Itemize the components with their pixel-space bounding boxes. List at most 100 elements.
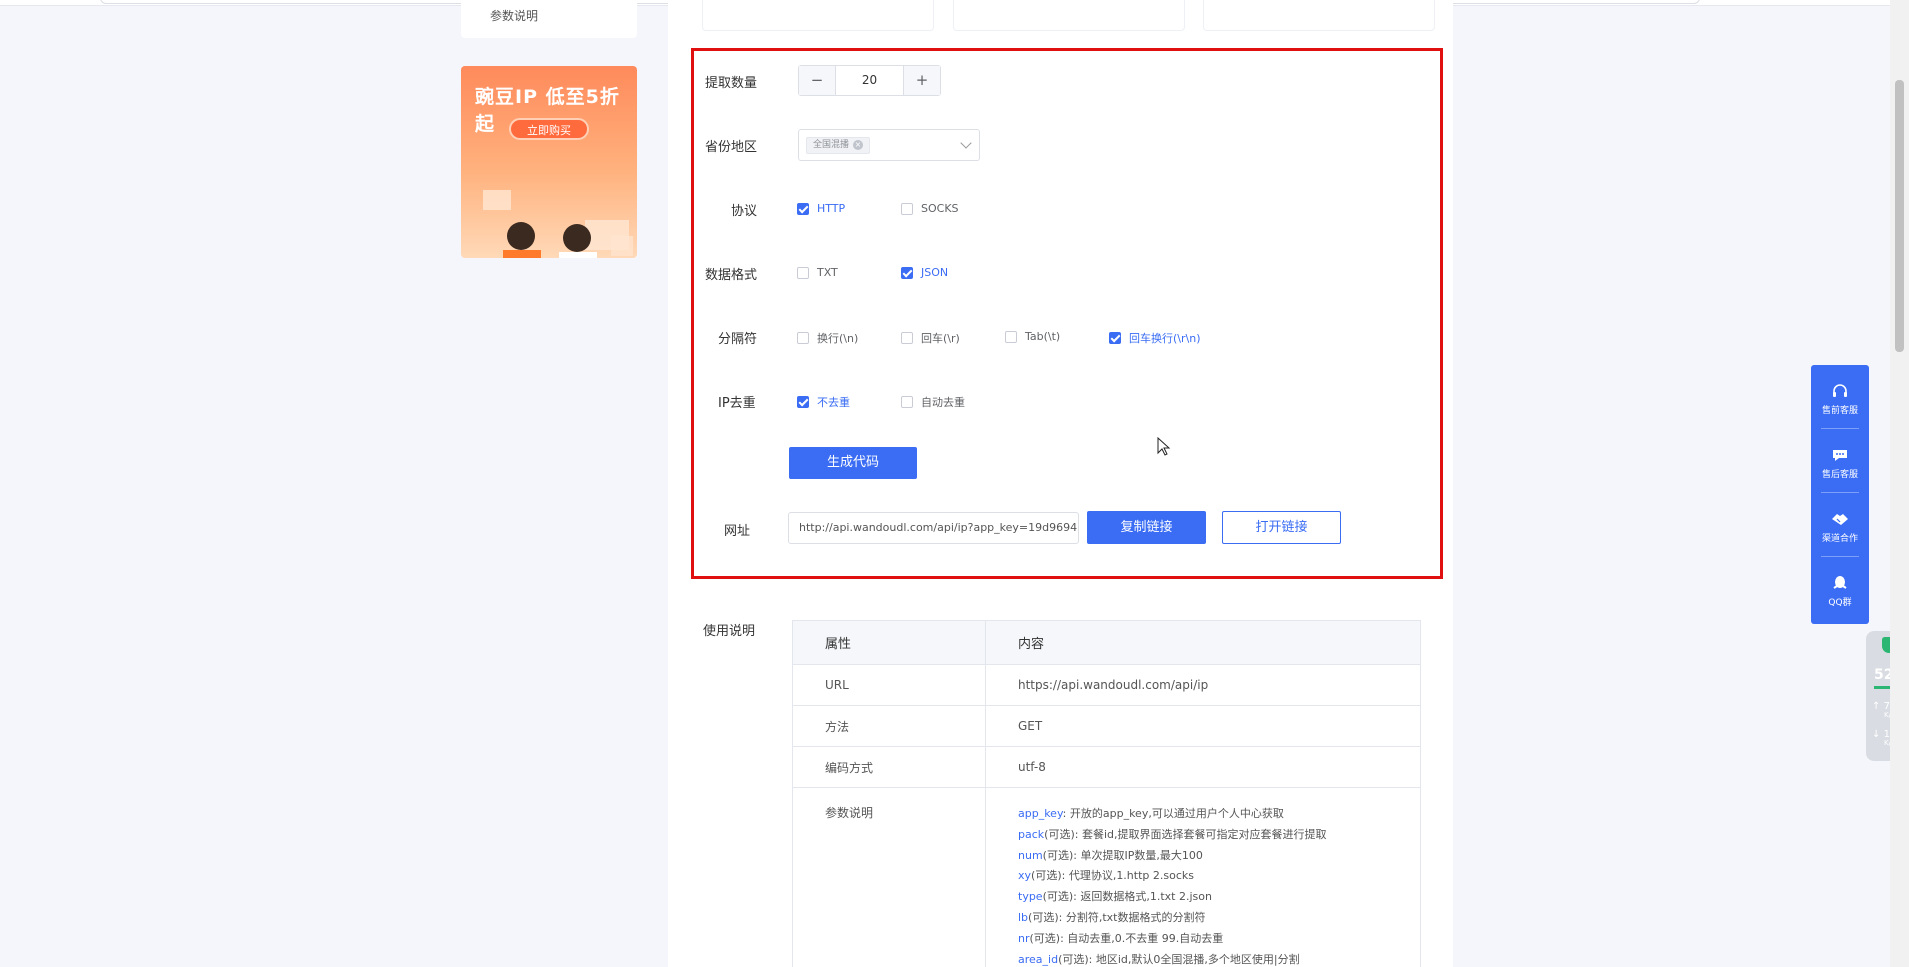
param-desc: (可选): 自动去重,0.不去重 99.自动去重 bbox=[1029, 931, 1224, 945]
protocol-label: 协议 bbox=[731, 204, 758, 219]
attr-cell: 编码方式 bbox=[792, 746, 986, 788]
summary-box-2 bbox=[953, 0, 1185, 31]
buy-now-button[interactable]: 立即购买 bbox=[509, 118, 589, 140]
param-line: type(可选): 返回数据格式,1.txt 2.json bbox=[1018, 887, 1388, 908]
floating-contact-bar: 售前客服 售后客服 渠道合作 QQ群 bbox=[1811, 365, 1869, 624]
param-desc: : 开放的app_key,可以通过用户个人中心获取 bbox=[1062, 807, 1284, 820]
dedupe-auto-checkbox[interactable]: 自动去重 bbox=[901, 394, 965, 410]
protocol-http-checkbox[interactable]: HTTP bbox=[797, 202, 845, 215]
dedupe-none-checkbox[interactable]: 不去重 bbox=[797, 394, 850, 410]
checkbox-icon bbox=[797, 266, 809, 279]
param-line: area_id(可选): 地区id,默认0全国混播,多个地区使用|分割 bbox=[1018, 950, 1388, 967]
option-label: 回车换行(\r\n) bbox=[1129, 332, 1201, 345]
scrollbar-thumb[interactable] bbox=[1895, 80, 1904, 352]
param-key: pack bbox=[1018, 827, 1045, 841]
region-tag-text: 全国混播 bbox=[813, 140, 850, 150]
handshake-icon bbox=[1832, 514, 1848, 525]
param-desc: (可选): 返回数据格式,1.txt 2.json bbox=[1042, 890, 1212, 904]
tag-close-icon[interactable]: × bbox=[853, 139, 864, 150]
chat-icon bbox=[1833, 450, 1847, 461]
chevron-down-icon bbox=[960, 137, 972, 149]
option-label: HTTP bbox=[817, 202, 846, 215]
open-link-button[interactable]: 打开链接 bbox=[1222, 511, 1341, 544]
attr-cell: 方法 bbox=[792, 705, 986, 747]
checkbox-icon bbox=[1005, 330, 1017, 343]
checkbox-icon bbox=[1109, 332, 1121, 344]
dedupe-label: IP去重 bbox=[718, 396, 756, 411]
protocol-socks-checkbox[interactable]: SOCKS bbox=[901, 202, 959, 215]
quantity-value[interactable]: 20 bbox=[835, 66, 904, 95]
copy-link-button[interactable]: 复制链接 bbox=[1087, 511, 1206, 544]
separator-tab-checkbox[interactable]: Tab(\t) bbox=[1005, 330, 1060, 343]
param-desc: (可选): 地区id,默认0全国混播,多个地区使用|分割 bbox=[1058, 952, 1300, 966]
usage-table: 属性 内容 URL https://api.wandoudl.com/api/i… bbox=[792, 620, 1421, 967]
separator-label: 分隔符 bbox=[718, 332, 758, 347]
divider bbox=[1821, 556, 1859, 557]
format-json-checkbox[interactable]: JSON bbox=[901, 266, 948, 279]
channel-partner-button[interactable]: 渠道合作 bbox=[1811, 511, 1869, 544]
usage-bar-fill bbox=[1874, 686, 1890, 689]
param-line: app_key: 开放的app_key,可以通过用户个人中心获取 bbox=[1018, 804, 1388, 825]
param-key: xy bbox=[1018, 869, 1032, 883]
summary-box-3 bbox=[1203, 0, 1435, 31]
checkbox-icon bbox=[901, 332, 913, 344]
attr-cell: 参数说明 bbox=[792, 787, 986, 967]
param-line: pack(可选): 套餐id,提取界面选择套餐可指定对应套餐进行提取 bbox=[1018, 825, 1388, 846]
param-line: nr(可选): 自动去重,0.不去重 99.自动去重 bbox=[1018, 929, 1388, 950]
quantity-stepper[interactable]: − 20 + bbox=[798, 65, 941, 96]
option-label: 自动去重 bbox=[921, 396, 965, 409]
increment-button[interactable]: + bbox=[904, 66, 940, 95]
summary-box-1 bbox=[702, 0, 934, 31]
param-key: area_id bbox=[1018, 952, 1059, 966]
option-label: 换行(\n) bbox=[817, 332, 859, 345]
generate-code-button[interactable]: 生成代码 bbox=[789, 447, 917, 479]
param-key: num bbox=[1018, 848, 1043, 862]
quantity-label: 提取数量 bbox=[705, 76, 758, 91]
value-cell: utf-8 bbox=[985, 746, 1421, 788]
header-content: 内容 bbox=[985, 620, 1421, 665]
option-label: 回车(\r) bbox=[921, 332, 960, 345]
region-select[interactable]: 全国混播 × bbox=[798, 129, 980, 161]
value-cell: https://api.wandoudl.com/api/ip bbox=[985, 664, 1421, 706]
up-arrow-icon: ↑ bbox=[1872, 701, 1881, 712]
separator-lf-checkbox[interactable]: 换行(\n) bbox=[797, 330, 858, 346]
float-item-label: 售前客服 bbox=[1821, 406, 1858, 416]
promo-banner[interactable]: 豌豆IP 低至5折起 立即购买 bbox=[461, 66, 637, 258]
separator-crlf-checkbox[interactable]: 回车换行(\r\n) bbox=[1109, 330, 1201, 346]
promo-illustration bbox=[483, 190, 633, 258]
region-tag: 全国混播 × bbox=[806, 137, 871, 154]
param-key: lb bbox=[1018, 910, 1029, 924]
separator-cr-checkbox[interactable]: 回车(\r) bbox=[901, 330, 960, 346]
format-txt-checkbox[interactable]: TXT bbox=[797, 266, 838, 279]
option-label: JSON bbox=[921, 266, 949, 279]
divider bbox=[1821, 492, 1859, 493]
option-label: TXT bbox=[817, 266, 838, 279]
params-cell: app_key: 开放的app_key,可以通过用户个人中心获取 pack(可选… bbox=[985, 787, 1421, 967]
decrement-button[interactable]: − bbox=[799, 66, 835, 95]
sidebar-card: 参数说明 bbox=[461, 0, 637, 38]
option-label: Tab(\t) bbox=[1025, 330, 1061, 343]
param-key: type bbox=[1018, 890, 1043, 904]
table-header-row: 属性 内容 bbox=[792, 620, 1421, 665]
aftersales-support-button[interactable]: 售后客服 bbox=[1811, 447, 1869, 480]
param-line: lb(可选): 分割符,txt数据格式的分割符 bbox=[1018, 908, 1388, 929]
presales-support-button[interactable]: 售前客服 bbox=[1811, 383, 1869, 416]
region-label: 省份地区 bbox=[705, 140, 758, 155]
qq-icon bbox=[1833, 576, 1847, 589]
param-doc-link[interactable]: 参数说明 bbox=[490, 7, 538, 24]
params-list: app_key: 开放的app_key,可以通过用户个人中心获取 pack(可选… bbox=[1018, 804, 1388, 967]
qq-group-button[interactable]: QQ群 bbox=[1811, 575, 1869, 608]
url-label: 网址 bbox=[724, 524, 751, 539]
page-scrollbar[interactable] bbox=[1890, 0, 1909, 967]
table-row: 编码方式 utf-8 bbox=[792, 746, 1421, 788]
table-row: URL https://api.wandoudl.com/api/ip bbox=[792, 664, 1421, 706]
checkbox-icon bbox=[901, 396, 913, 408]
param-desc: (可选): 单次提取IP数量,最大100 bbox=[1042, 848, 1203, 862]
headset-icon bbox=[1833, 384, 1847, 397]
mouse-cursor-icon bbox=[1157, 437, 1171, 456]
param-desc: (可选): 代理协议,1.http 2.socks bbox=[1031, 869, 1194, 883]
checkbox-icon bbox=[797, 396, 809, 408]
api-form-highlight bbox=[691, 48, 1443, 579]
api-url-input[interactable]: http://api.wandoudl.com/api/ip?app_key=1… bbox=[788, 512, 1079, 544]
checkbox-icon bbox=[901, 202, 913, 215]
